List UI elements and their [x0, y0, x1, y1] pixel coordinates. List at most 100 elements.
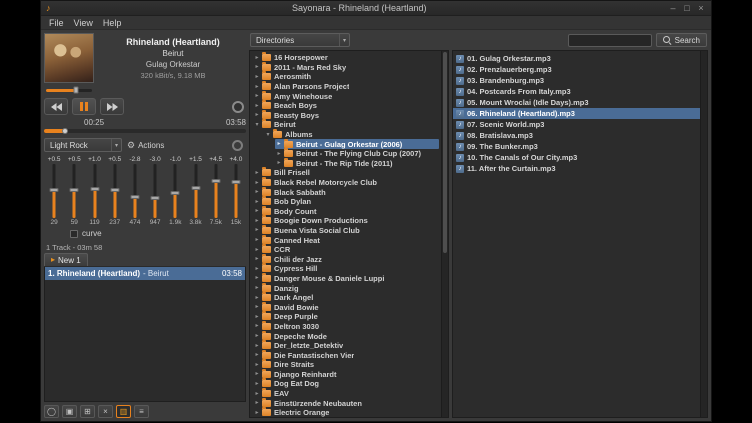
- tree-row[interactable]: ▸ Die Fantastischen Vier: [250, 350, 448, 360]
- track-row[interactable]: 04. Postcards From Italy.mp3: [453, 86, 707, 97]
- track-row[interactable]: 08. Bratislava.mp3: [453, 130, 707, 141]
- eq-slider[interactable]: [185, 164, 205, 218]
- tree-row[interactable]: ▸ Boogie Down Productions: [250, 216, 448, 226]
- tree-row[interactable]: ▸ Beasty Boys: [250, 111, 448, 121]
- eq-handle[interactable]: [171, 191, 180, 195]
- eq-slider[interactable]: [145, 164, 165, 218]
- tree-row[interactable]: ▸ Depeche Mode: [250, 331, 448, 341]
- playlist-entry[interactable]: 1. Rhineland (Heartland) - Beirut 03:58: [45, 267, 245, 280]
- tree-row[interactable]: ▸ Beirut - The Rip Tide (2011): [250, 159, 448, 169]
- tree-row[interactable]: ▸ Beirut - Gulag Orkestar (2006): [250, 139, 448, 149]
- expand-arrow-icon[interactable]: ▾: [253, 122, 261, 128]
- plugin-button-frames[interactable]: ▣: [62, 405, 77, 418]
- expand-arrow-icon[interactable]: ▸: [253, 112, 261, 118]
- seek-handle[interactable]: [62, 128, 68, 134]
- maximize-button[interactable]: □: [682, 4, 692, 13]
- seek-slider[interactable]: [44, 129, 246, 133]
- track-row[interactable]: 06. Rhineland (Heartland).mp3: [453, 108, 707, 119]
- tree-row[interactable]: ▸ 2011 - Mars Red Sky: [250, 63, 448, 73]
- expand-arrow-icon[interactable]: ▸: [275, 151, 283, 157]
- eq-slider[interactable]: [226, 164, 246, 218]
- plugin-button-list[interactable]: ≡: [134, 405, 149, 418]
- expand-arrow-icon[interactable]: ▸: [253, 295, 261, 301]
- tree-row[interactable]: ▸ Alan Parsons Project: [250, 82, 448, 92]
- eq-handle[interactable]: [231, 180, 240, 184]
- minimize-button[interactable]: –: [668, 4, 678, 13]
- expand-arrow-icon[interactable]: ▸: [253, 410, 261, 416]
- library-view-select[interactable]: Directories ▾: [250, 33, 350, 47]
- expand-arrow-icon[interactable]: ▸: [253, 237, 261, 243]
- track-row[interactable]: 05. Mount Wroclai (Idle Days).mp3: [453, 97, 707, 108]
- expand-arrow-icon[interactable]: ▸: [275, 160, 283, 166]
- tree-row[interactable]: ▸ Django Reinhardt: [250, 370, 448, 380]
- eq-handle[interactable]: [70, 188, 79, 192]
- eq-handle[interactable]: [90, 187, 99, 191]
- expand-arrow-icon[interactable]: ▸: [253, 93, 261, 99]
- expand-arrow-icon[interactable]: ▸: [253, 400, 261, 406]
- expand-arrow-icon[interactable]: ▸: [253, 323, 261, 329]
- menu-help[interactable]: Help: [98, 18, 127, 28]
- expand-arrow-icon[interactable]: ▸: [253, 362, 261, 368]
- tree-row[interactable]: ▸ EAV: [250, 389, 448, 399]
- volume-handle[interactable]: [73, 87, 78, 94]
- tree-row[interactable]: ▸ Chili der Jazz: [250, 254, 448, 264]
- expand-arrow-icon[interactable]: ▸: [253, 314, 261, 320]
- curve-checkbox[interactable]: [70, 230, 78, 238]
- track-list-scrollbar[interactable]: [700, 51, 707, 417]
- tree-row[interactable]: ▾ Beirut: [250, 120, 448, 130]
- expand-arrow-icon[interactable]: ▸: [253, 285, 261, 291]
- expand-arrow-icon[interactable]: ▸: [253, 371, 261, 377]
- tree-row[interactable]: ▸ Electric Orange: [250, 408, 448, 418]
- tree-row[interactable]: ▸ Deltron 3030: [250, 322, 448, 332]
- tree-row[interactable]: ▸ Deep Purple: [250, 312, 448, 322]
- tree-scrollbar[interactable]: [441, 51, 448, 417]
- expand-arrow-icon[interactable]: ▸: [253, 266, 261, 272]
- tree-row[interactable]: ▸ CCR: [250, 245, 448, 255]
- eq-handle[interactable]: [211, 179, 220, 183]
- expand-arrow-icon[interactable]: ▸: [253, 208, 261, 214]
- tree-row[interactable]: ▸ Dog Eat Dog: [250, 379, 448, 389]
- track-row[interactable]: 01. Gulag Orkestar.mp3: [453, 53, 707, 64]
- eq-toggle-button[interactable]: [232, 140, 243, 151]
- track-row[interactable]: 11. After the Curtain.mp3: [453, 163, 707, 174]
- expand-arrow-icon[interactable]: ▸: [253, 304, 261, 310]
- expand-arrow-icon[interactable]: ▸: [253, 256, 261, 262]
- expand-arrow-icon[interactable]: ▸: [253, 170, 261, 176]
- tree-row[interactable]: ▸ Bob Dylan: [250, 197, 448, 207]
- search-button[interactable]: Search: [656, 33, 707, 47]
- volume-slider[interactable]: [46, 89, 92, 92]
- expand-arrow-icon[interactable]: ▸: [253, 74, 261, 80]
- expand-arrow-icon[interactable]: ▸: [275, 141, 283, 147]
- tree-row[interactable]: ▸ Aerosmith: [250, 72, 448, 82]
- expand-arrow-icon[interactable]: ▸: [253, 352, 261, 358]
- expand-arrow-icon[interactable]: ▸: [253, 84, 261, 90]
- expand-arrow-icon[interactable]: ▸: [253, 343, 261, 349]
- tree-row[interactable]: ▸ David Bowie: [250, 302, 448, 312]
- eq-handle[interactable]: [151, 196, 160, 200]
- track-row[interactable]: 10. The Canals of Our City.mp3: [453, 152, 707, 163]
- eq-handle[interactable]: [110, 188, 119, 192]
- plugin-button-crossfader[interactable]: ×: [98, 405, 113, 418]
- expand-arrow-icon[interactable]: ▸: [253, 199, 261, 205]
- eq-handle[interactable]: [130, 195, 139, 199]
- track-row[interactable]: 07. Scenic World.mp3: [453, 119, 707, 130]
- eq-slider[interactable]: [206, 164, 226, 218]
- plugin-button-equalizer[interactable]: ▥: [116, 405, 131, 418]
- tree-row[interactable]: ▸ Cypress Hill: [250, 264, 448, 274]
- expand-arrow-icon[interactable]: ▸: [253, 333, 261, 339]
- track-row[interactable]: 09. The Bunker.mp3: [453, 141, 707, 152]
- tree-row[interactable]: ▸ Beirut - The Flying Club Cup (2007): [250, 149, 448, 159]
- tree-row[interactable]: ▸ Amy Winehouse: [250, 91, 448, 101]
- tree-row[interactable]: ▸ Body Count: [250, 207, 448, 217]
- tree-row[interactable]: ▸ Buena Vista Social Club: [250, 226, 448, 236]
- eq-handle[interactable]: [191, 186, 200, 190]
- eq-handle[interactable]: [50, 188, 59, 192]
- record-button[interactable]: [232, 101, 244, 113]
- expand-arrow-icon[interactable]: ▸: [253, 180, 261, 186]
- expand-arrow-icon[interactable]: ▸: [253, 103, 261, 109]
- next-button[interactable]: [100, 98, 124, 115]
- tree-row[interactable]: ▸ Bill Frisell: [250, 168, 448, 178]
- expand-arrow-icon[interactable]: ▸: [253, 381, 261, 387]
- tree-row[interactable]: ▸ 16 Horsepower: [250, 53, 448, 63]
- search-input[interactable]: [568, 34, 652, 47]
